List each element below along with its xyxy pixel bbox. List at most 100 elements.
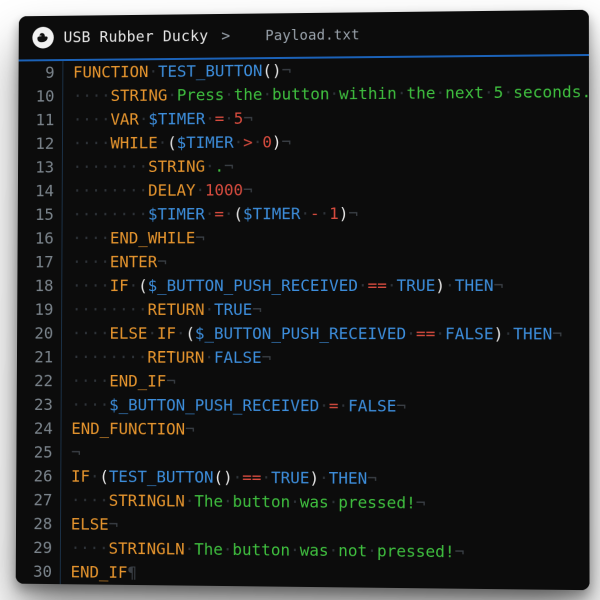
indent-whitespace: ···· xyxy=(73,110,111,129)
indent-whitespace: ···· xyxy=(71,395,109,414)
token-num: 0 xyxy=(262,133,272,152)
whitespace-dot: · xyxy=(205,157,215,176)
token-kw: STRINGLN xyxy=(109,491,185,511)
indent-whitespace: ···· xyxy=(72,276,110,295)
indent-whitespace: ···· xyxy=(72,252,110,271)
string-literal: . xyxy=(215,157,225,176)
code-line[interactable]: ········RETURN·TRUE¬ xyxy=(72,298,589,322)
code-line[interactable]: ····STRINGLN·The·button·was·pressed!¬ xyxy=(71,489,590,517)
whitespace-dot: · xyxy=(406,324,416,343)
code-line[interactable]: ····ENTER¬ xyxy=(72,249,589,274)
string-literal: Press·the·button·within·the·next·5·secon… xyxy=(177,82,590,104)
code-line[interactable]: ····IF·($_BUTTON_PUSH_RECEIVED·==·TRUE)·… xyxy=(72,274,589,298)
eol-return-icon: ¬ xyxy=(281,132,291,151)
token-ident: $_BUTTON_PUSH_RECEIVED xyxy=(148,276,358,295)
code-line[interactable]: END_IF¶ xyxy=(71,560,590,590)
token-paren: () xyxy=(214,468,233,487)
line-number: 24 xyxy=(17,417,53,441)
code-line[interactable]: ····WHILE·($TIMER·>·0)¬ xyxy=(73,128,589,155)
code-line[interactable]: ········STRING·.¬ xyxy=(73,153,589,180)
eol-return-icon: ¬ xyxy=(262,348,272,367)
token-paren: ( xyxy=(167,133,177,152)
token-kw: END_FUNCTION xyxy=(71,419,185,439)
token-ident: TEST_BUTTON xyxy=(109,467,214,487)
editor-window: USB Rubber Ducky > Payload.txt 910111213… xyxy=(16,10,590,590)
code-line[interactable]: END_FUNCTION¬ xyxy=(71,417,589,444)
token-kw: VAR xyxy=(110,110,138,129)
token-kwblue: TRUE xyxy=(397,276,436,295)
code-line[interactable]: ····$_BUTTON_PUSH_RECEIVED·=·FALSE¬ xyxy=(71,393,589,419)
string-literal: The·button·was·not·pressed! xyxy=(194,540,454,562)
token-kw: STRINGLN xyxy=(109,539,185,559)
token-kwblue: THEN xyxy=(513,324,552,343)
token-op: == xyxy=(368,276,387,295)
code-line[interactable]: ····VAR·$TIMER·=·5¬ xyxy=(73,104,589,132)
code-line[interactable]: ········DELAY·1000¬ xyxy=(72,177,589,203)
whitespace-dot: · xyxy=(319,396,329,415)
breadcrumb-file[interactable]: Payload.txt xyxy=(265,27,359,44)
token-kwblue: FALSE xyxy=(214,348,262,367)
token-kwblue: FALSE xyxy=(348,396,396,415)
eol-return-icon: ¬ xyxy=(455,542,465,561)
string-literal: The·button·was·pressed! xyxy=(194,492,415,513)
line-number: 9 xyxy=(19,61,55,85)
code-line[interactable]: ····STRING·Press·the·button·within·the·n… xyxy=(73,80,589,108)
whitespace-dot: · xyxy=(358,276,368,295)
breadcrumb[interactable]: USB Rubber Ducky > Payload.txt xyxy=(19,10,589,60)
token-ident: $TIMER xyxy=(243,204,300,223)
line-number: 25 xyxy=(16,441,52,465)
token-ident: $_BUTTON_PUSH_RECEIVED xyxy=(109,395,319,415)
whitespace-dot: · xyxy=(185,491,195,510)
eol-return-icon: ¬ xyxy=(367,469,377,488)
eol-return-icon: ¬ xyxy=(71,443,81,462)
token-ident: $TIMER xyxy=(148,109,205,128)
eol-return-icon: ¬ xyxy=(109,515,119,534)
eol-return-icon: ¬ xyxy=(416,493,426,512)
whitespace-dot: · xyxy=(148,62,158,81)
token-kw: STRING xyxy=(148,157,205,176)
whitespace-dot: · xyxy=(195,181,205,200)
token-paren: () xyxy=(262,61,281,80)
line-number: 30 xyxy=(16,560,52,584)
eol-return-icon: ¬ xyxy=(157,252,167,271)
whitespace-dot: · xyxy=(387,276,397,295)
whitespace-dot: · xyxy=(338,396,348,415)
token-paren: ) xyxy=(339,204,349,223)
whitespace-dot: · xyxy=(253,133,263,152)
token-kw: IF xyxy=(110,276,129,295)
code-line[interactable]: ····ELSE·IF·($_BUTTON_PUSH_RECEIVED·==·F… xyxy=(72,322,590,347)
indent-whitespace: ···· xyxy=(71,538,109,557)
code-editor[interactable]: 9101112131415161718192021222324252627282… xyxy=(16,56,590,590)
eol-return-icon: ¬ xyxy=(185,420,195,439)
code-line[interactable]: ····END_IF¬ xyxy=(71,369,589,395)
token-kw: DELAY xyxy=(148,181,196,200)
code-line[interactable]: ····END_WHILE¬ xyxy=(72,225,589,250)
line-number: 12 xyxy=(18,132,54,156)
eol-return-icon: ¬ xyxy=(224,157,234,176)
token-ident: TEST_BUTTON xyxy=(158,61,263,81)
code-line[interactable]: ¬ xyxy=(71,441,589,468)
eol-return-icon: ¬ xyxy=(243,109,253,128)
token-kw: ELSE xyxy=(71,515,109,534)
token-kwblue: FALSE xyxy=(445,324,494,343)
code-area[interactable]: FUNCTION·TEST_BUTTON()¬····STRING·Press·… xyxy=(71,56,590,590)
indent-whitespace: ········ xyxy=(72,348,148,367)
token-kw: IF xyxy=(157,324,176,343)
indent-whitespace: ···· xyxy=(73,134,111,153)
indent-whitespace: ···· xyxy=(72,324,110,343)
code-line[interactable]: ········RETURN·FALSE¬ xyxy=(72,346,590,371)
whitespace-dot: · xyxy=(90,467,100,486)
whitespace-dot: · xyxy=(319,468,329,487)
token-op: == xyxy=(416,324,435,343)
token-kw: IF xyxy=(71,467,90,486)
token-kw: STRING xyxy=(111,86,168,105)
breadcrumb-path[interactable]: USB Rubber Ducky > Payload.txt xyxy=(63,25,359,46)
code-line[interactable]: ········$TIMER·=·($TIMER·-·1)¬ xyxy=(72,201,589,227)
breadcrumb-root[interactable]: USB Rubber Ducky xyxy=(63,27,208,46)
eol-return-icon: ¬ xyxy=(396,396,406,415)
line-number: 20 xyxy=(17,322,53,346)
token-op: > xyxy=(243,133,253,152)
indent-whitespace: ········ xyxy=(72,300,148,319)
whitespace-dot: · xyxy=(185,540,195,559)
token-kwblue: THEN xyxy=(455,276,494,295)
